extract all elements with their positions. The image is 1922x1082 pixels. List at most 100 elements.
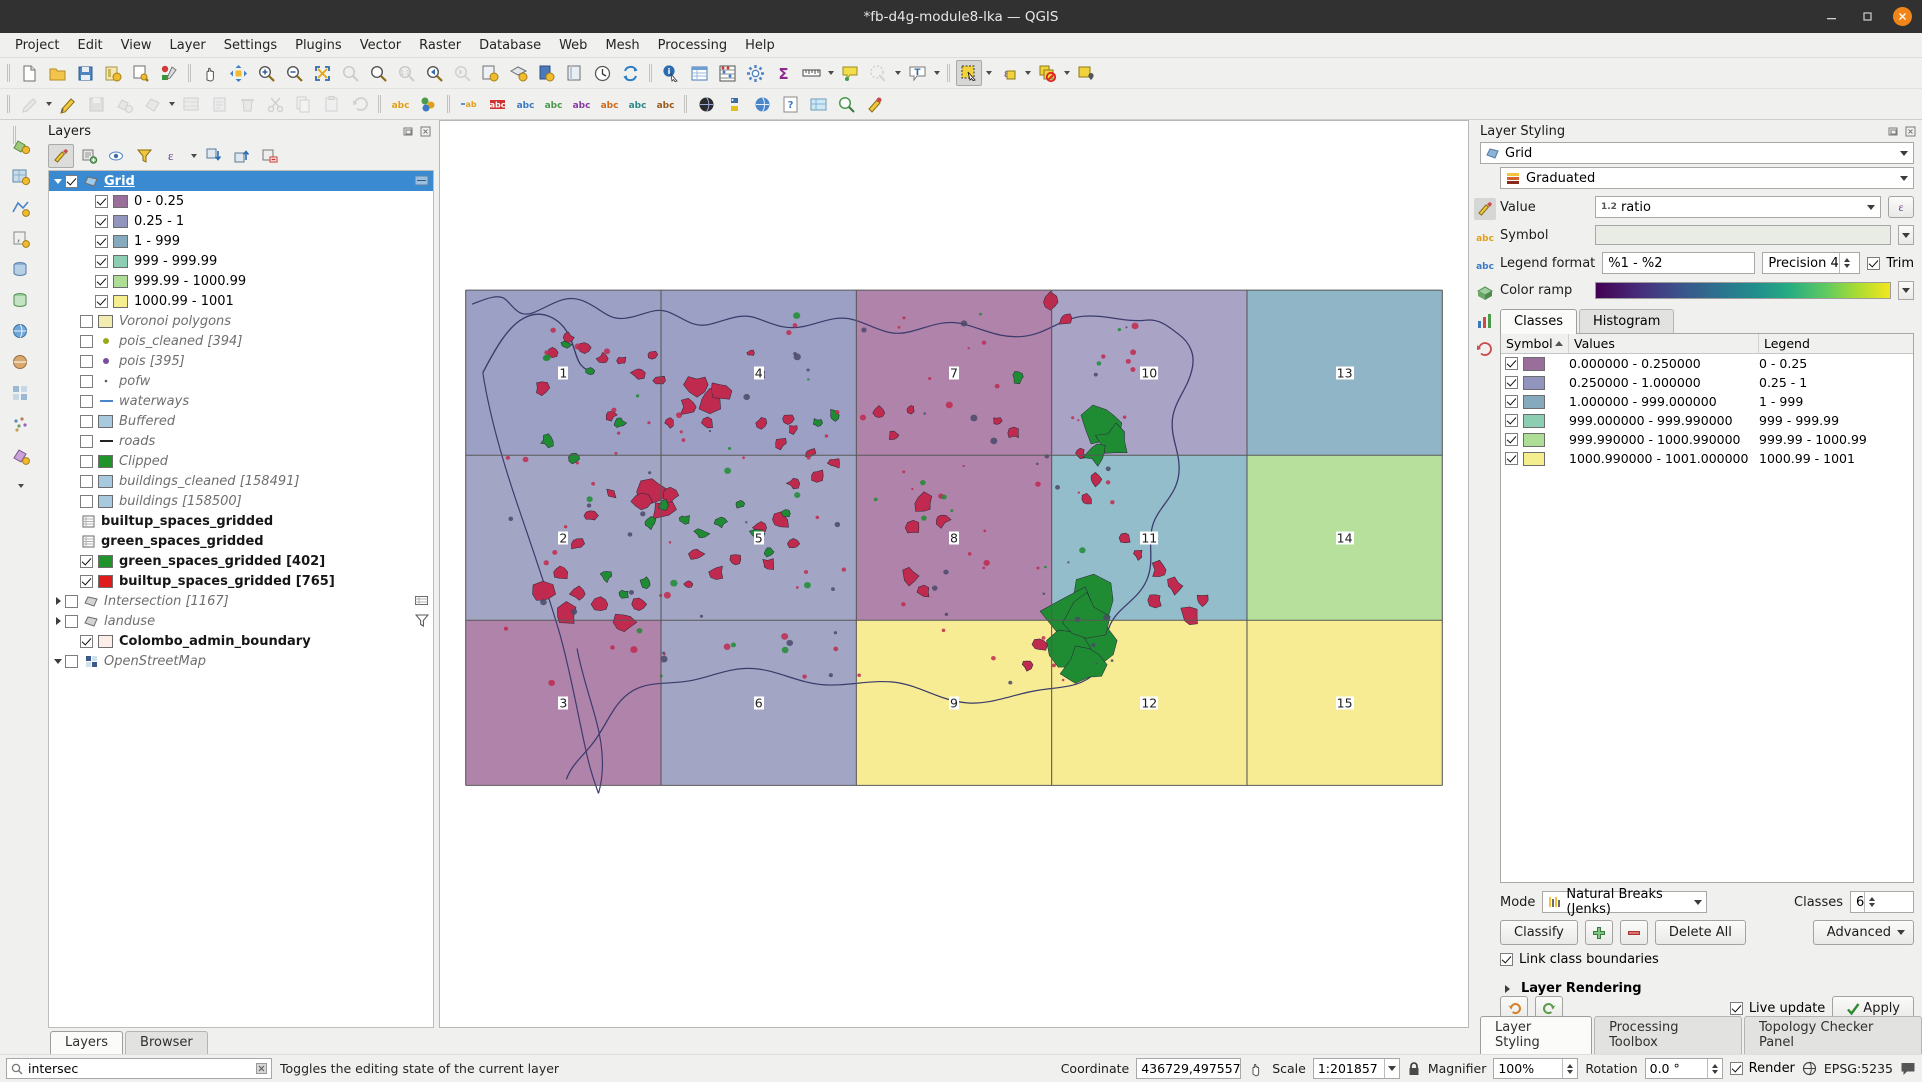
tab-topology-checker[interactable]: Topology Checker Panel: [1743, 1016, 1922, 1054]
add-vector-layer-icon[interactable]: [6, 132, 36, 160]
select-features-icon[interactable]: [956, 60, 982, 86]
col-legend[interactable]: Legend: [1759, 334, 1913, 353]
pan-to-selection-icon[interactable]: [225, 60, 251, 86]
toggle-editing-icon[interactable]: [55, 91, 81, 117]
locator-search-box[interactable]: intersec: [6, 1058, 272, 1079]
toolbar-grip-4[interactable]: [945, 62, 952, 84]
value-combo-chevron-down-icon[interactable]: [1864, 205, 1878, 210]
label-abc-icon[interactable]: abc: [387, 91, 413, 117]
history-icon[interactable]: [1474, 338, 1496, 360]
toolbar2-grip[interactable]: [5, 93, 12, 115]
rotation-spinner[interactable]: 0.0 °: [1644, 1058, 1723, 1079]
layer-tree-row[interactable]: buildings [158500]: [49, 491, 433, 511]
class-row[interactable]: 0.000000 - 0.250000 0 - 0.25: [1501, 354, 1913, 373]
class-row[interactable]: 1.000000 - 999.000000 1 - 999: [1501, 392, 1913, 411]
menu-raster[interactable]: Raster: [410, 35, 470, 56]
map-tips-icon[interactable]: [837, 60, 863, 86]
new-print-layout-icon[interactable]: [128, 60, 154, 86]
layer-tree-row[interactable]: pois_cleaned [394]: [49, 331, 433, 351]
layer-tree-row[interactable]: OpenStreetMap: [49, 651, 433, 671]
toolbar2-grip-3[interactable]: [445, 93, 452, 115]
layer-rendering-chevron-right-icon[interactable]: [1500, 984, 1514, 993]
close-panel-icon[interactable]: [420, 126, 431, 137]
add-group-icon[interactable]: [76, 144, 102, 168]
menu-view[interactable]: View: [112, 35, 161, 56]
expand-all-icon[interactable]: [201, 144, 227, 168]
show-bookmarks-icon[interactable]: [865, 60, 891, 86]
symbol-chevron-down-icon[interactable]: [1898, 225, 1914, 245]
lock-icon[interactable]: [1407, 1061, 1421, 1077]
class-row[interactable]: 1000.990000 - 1001.000000 1000.99 - 1001: [1501, 449, 1913, 468]
delete-selected-icon[interactable]: [234, 91, 260, 117]
layer-tree-row[interactable]: 1000.99 - 1001: [49, 291, 433, 311]
chevron-down-icon[interactable]: [51, 179, 65, 184]
layer-tree-row[interactable]: 0.25 - 1: [49, 211, 433, 231]
filter-badge-icon[interactable]: [415, 614, 429, 627]
layer-visibility-checkbox[interactable]: [95, 214, 108, 228]
tab-layers[interactable]: Layers: [50, 1031, 124, 1054]
menu-project[interactable]: Project: [6, 35, 68, 56]
chevron-right-icon[interactable]: [51, 617, 65, 625]
open-layer-styling-panel-icon[interactable]: [48, 144, 74, 168]
layer-tree[interactable]: Grid 0 - 0.25 0.25 - 1 1 - 999 999 - 999.99 9…: [48, 170, 434, 1028]
layer-combo-chevron-down-icon[interactable]: [1897, 151, 1911, 156]
layer-visibility-checkbox[interactable]: [80, 354, 93, 368]
menu-layer[interactable]: Layer: [161, 35, 215, 56]
symbology-icon[interactable]: [1474, 198, 1496, 220]
layer-tree-row[interactable]: Intersection [1167]: [49, 591, 433, 611]
layer-visibility-checkbox[interactable]: [65, 594, 78, 608]
delete-all-button[interactable]: Delete All: [1654, 920, 1746, 945]
select-dropdown-arrow[interactable]: [983, 60, 994, 86]
map-canvas[interactable]: 1 4 7 10 13 2 5 8 11 14 3 6 9 12 15: [439, 120, 1469, 1028]
renderer-type-combo[interactable]: Graduated: [1500, 167, 1914, 189]
label-d-icon[interactable]: abc: [596, 91, 622, 117]
classify-button[interactable]: Classify: [1500, 920, 1578, 945]
color-ramp-preview[interactable]: [1595, 282, 1891, 299]
add-class-button[interactable]: [1584, 920, 1613, 945]
layer-visibility-checkbox[interactable]: [95, 234, 108, 248]
expression-filter-dropdown-arrow[interactable]: [188, 143, 199, 169]
layer-tree-row[interactable]: builtup_spaces_gridded: [49, 511, 433, 531]
classes-table[interactable]: Symbol Values Legend 0.000000 - 0.250000…: [1500, 333, 1914, 883]
options-icon[interactable]: [742, 60, 768, 86]
rail-dropdown-arrow[interactable]: [16, 473, 27, 499]
layer-tree-row[interactable]: Grid: [49, 171, 433, 191]
measure-dropdown-arrow[interactable]: [825, 60, 836, 86]
expression-filter-icon[interactable]: ε: [160, 144, 186, 168]
label-red-icon[interactable]: abc: [484, 91, 510, 117]
python-console-icon[interactable]: [721, 91, 747, 117]
layer-tree-row[interactable]: Buffered: [49, 411, 433, 431]
add-polygon-dropdown-arrow[interactable]: [166, 91, 177, 117]
layer-tree-row[interactable]: Voronoi polygons: [49, 311, 433, 331]
copy-features-icon[interactable]: [290, 91, 316, 117]
tab-classes[interactable]: Classes: [1500, 309, 1577, 334]
class-enabled-checkbox[interactable]: [1505, 376, 1518, 389]
filter-legend-icon[interactable]: [132, 144, 158, 168]
class-enabled-checkbox[interactable]: [1505, 452, 1518, 465]
scale-combo[interactable]: 1:201857: [1312, 1058, 1400, 1079]
layer-tree-row[interactable]: 0 - 0.25: [49, 191, 433, 211]
renderer-combo-chevron-down-icon[interactable]: [1897, 176, 1911, 181]
select-by-expression-icon[interactable]: ε: [995, 60, 1021, 86]
menu-database[interactable]: Database: [470, 35, 550, 56]
chevron-right-icon[interactable]: [51, 597, 65, 605]
class-symbol-cell[interactable]: [1501, 356, 1569, 371]
vertex-tool-icon[interactable]: [178, 91, 204, 117]
rail-grip[interactable]: [11, 124, 31, 144]
layer-visibility-checkbox[interactable]: [80, 394, 93, 408]
class-row[interactable]: 0.250000 - 1.000000 0.25 - 1: [1501, 373, 1913, 392]
layer-visibility-checkbox[interactable]: [95, 194, 108, 208]
class-symbol-cell[interactable]: [1501, 394, 1569, 409]
layer-visibility-checkbox[interactable]: [80, 434, 93, 448]
remove-class-button[interactable]: [1619, 920, 1648, 945]
precision-spinner[interactable]: Precision 4: [1762, 252, 1861, 274]
layer-visibility-checkbox[interactable]: [80, 634, 93, 648]
close-button[interactable]: [1893, 7, 1912, 26]
layer-visibility-checkbox[interactable]: [80, 414, 93, 428]
class-enabled-checkbox[interactable]: [1505, 395, 1518, 408]
new-shapefile-layer-icon[interactable]: [6, 442, 36, 470]
diagrams-icon[interactable]: [1474, 310, 1496, 332]
layer-tree-row[interactable]: buildings_cleaned [158491]: [49, 471, 433, 491]
class-symbol-cell[interactable]: [1501, 375, 1569, 390]
osm-place-search-icon[interactable]: [805, 91, 831, 117]
